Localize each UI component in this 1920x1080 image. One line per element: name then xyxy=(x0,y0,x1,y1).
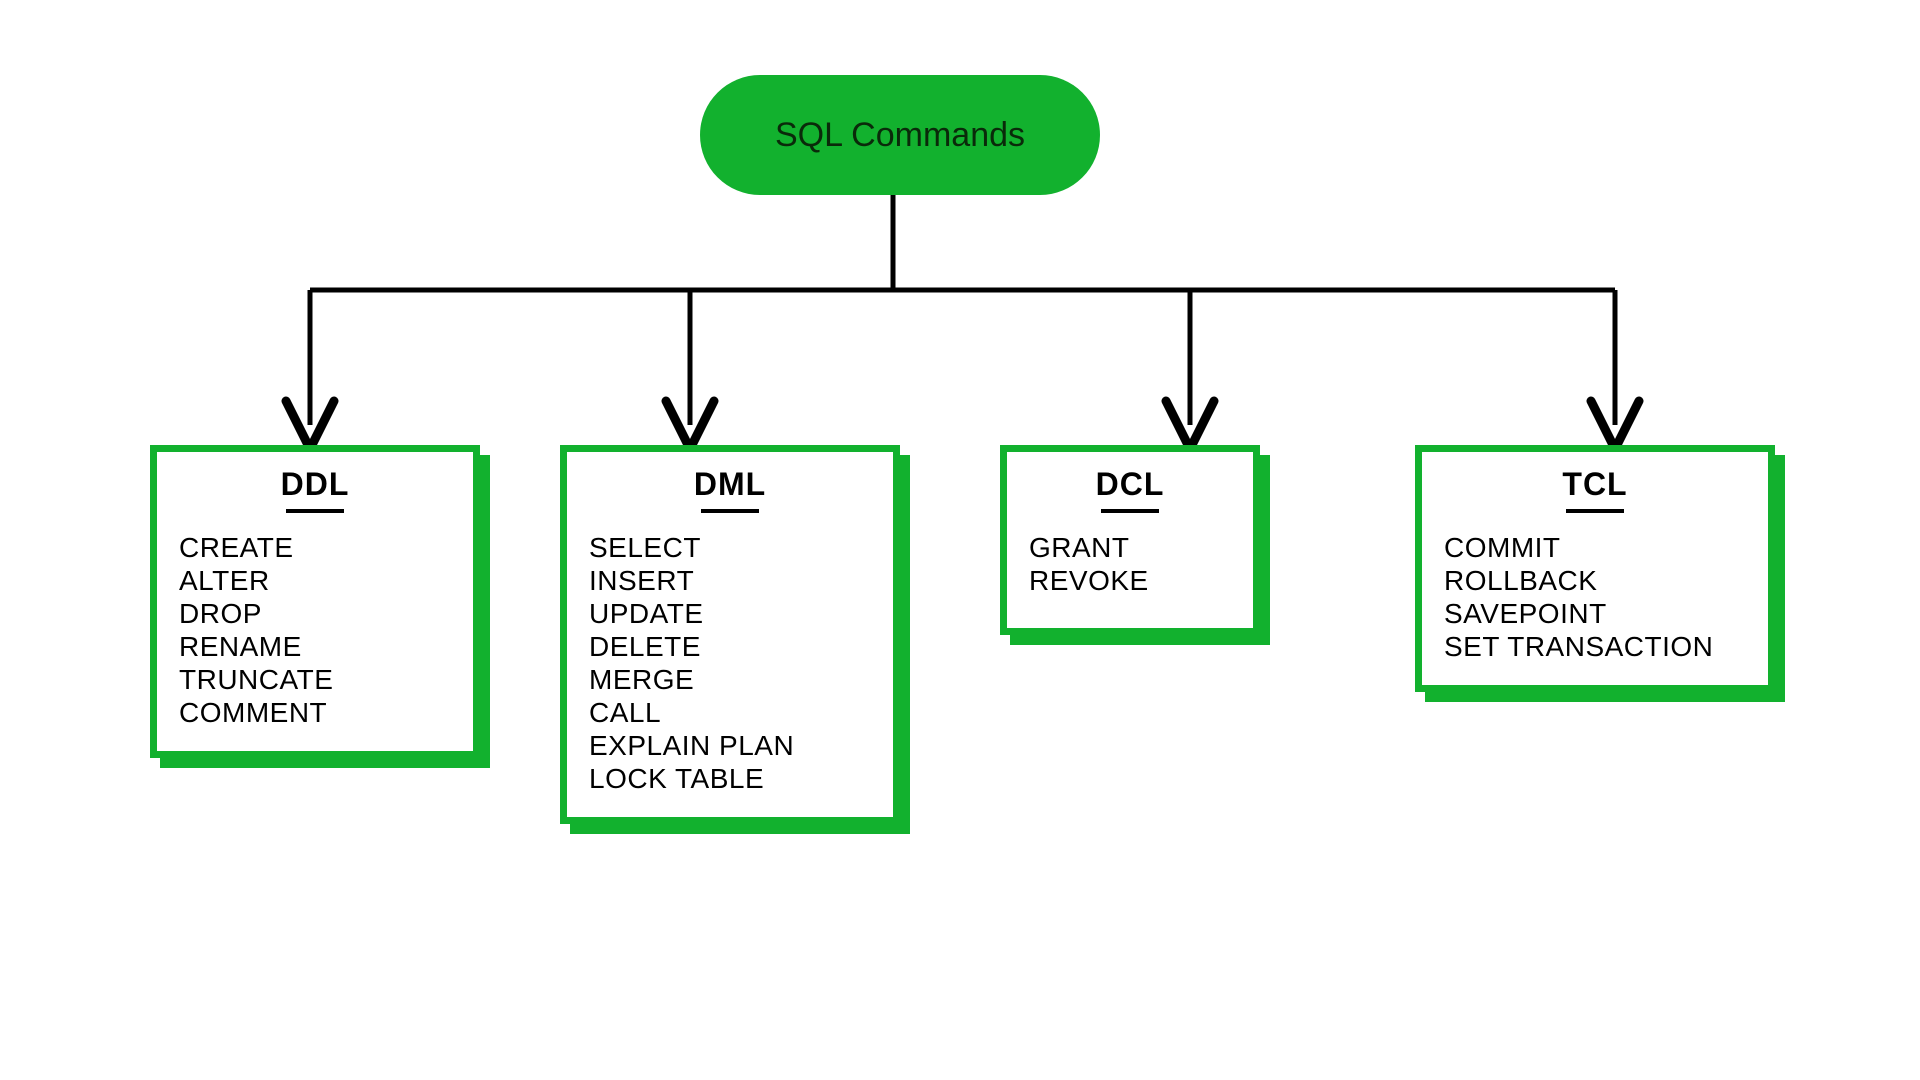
category-box-ddl: DDL CREATE ALTER DROP RENAME TRUNCATE CO… xyxy=(150,445,480,758)
box-title: DDL xyxy=(179,466,451,503)
box-items-dml: SELECT INSERT UPDATE DELETE MERGE CALL E… xyxy=(589,531,871,795)
list-item: INSERT xyxy=(589,564,871,597)
list-item: CREATE xyxy=(179,531,451,564)
box-items-dcl: GRANT REVOKE xyxy=(1029,531,1231,597)
title-underline xyxy=(286,509,344,513)
list-item: REVOKE xyxy=(1029,564,1231,597)
root-node-sql-commands: SQL Commands xyxy=(700,75,1100,195)
list-item: ROLLBACK xyxy=(1444,564,1746,597)
category-box-dml: DML SELECT INSERT UPDATE DELETE MERGE CA… xyxy=(560,445,900,824)
list-item: EXPLAIN PLAN xyxy=(589,729,871,762)
list-item: CALL xyxy=(589,696,871,729)
list-item: TRUNCATE xyxy=(179,663,451,696)
list-item: COMMENT xyxy=(179,696,451,729)
list-item: RENAME xyxy=(179,630,451,663)
root-label: SQL Commands xyxy=(775,116,1025,155)
list-item: UPDATE xyxy=(589,597,871,630)
box-items-ddl: CREATE ALTER DROP RENAME TRUNCATE COMMEN… xyxy=(179,531,451,729)
title-underline xyxy=(1101,509,1159,513)
list-item: ALTER xyxy=(179,564,451,597)
list-item: LOCK TABLE xyxy=(589,762,871,795)
list-item: SAVEPOINT xyxy=(1444,597,1746,630)
title-underline xyxy=(701,509,759,513)
list-item: DROP xyxy=(179,597,451,630)
box-title: DCL xyxy=(1029,466,1231,503)
list-item: SET TRANSACTION xyxy=(1444,630,1746,663)
box-title: DML xyxy=(589,466,871,503)
category-box-dcl: DCL GRANT REVOKE xyxy=(1000,445,1260,635)
list-item: COMMIT xyxy=(1444,531,1746,564)
box-title: TCL xyxy=(1444,466,1746,503)
category-box-tcl: TCL COMMIT ROLLBACK SAVEPOINT SET TRANSA… xyxy=(1415,445,1775,692)
list-item: GRANT xyxy=(1029,531,1231,564)
list-item: SELECT xyxy=(589,531,871,564)
box-items-tcl: COMMIT ROLLBACK SAVEPOINT SET TRANSACTIO… xyxy=(1444,531,1746,663)
list-item: MERGE xyxy=(589,663,871,696)
title-underline xyxy=(1566,509,1624,513)
list-item: DELETE xyxy=(589,630,871,663)
